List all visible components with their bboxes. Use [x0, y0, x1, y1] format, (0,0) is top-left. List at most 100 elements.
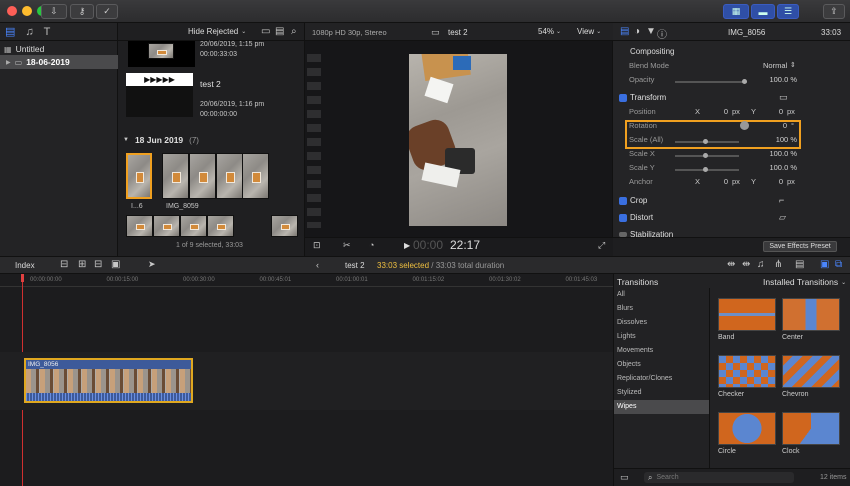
speed-icon[interactable]: ◔: [369, 240, 374, 250]
filmstrip-clip[interactable]: [126, 215, 298, 237]
libraries-icon[interactable]: ▤: [5, 25, 15, 38]
slider-knob[interactable]: [703, 139, 708, 144]
transform-header[interactable]: Transform: [630, 93, 666, 102]
playhead-handle[interactable]: [21, 274, 24, 282]
sidebar-toggle-icon[interactable]: ▭: [620, 472, 629, 483]
minimize-window-button[interactable]: [22, 6, 32, 16]
snapping-icon[interactable]: ⋔: [774, 259, 782, 270]
opacity-slider[interactable]: [675, 79, 747, 84]
onscreen-controls-icon[interactable]: ▭: [779, 92, 788, 103]
category-item[interactable]: Blurs: [614, 302, 709, 316]
position-x-value[interactable]: 0: [713, 107, 728, 116]
transition-thumbnail[interactable]: [718, 355, 776, 388]
library-item[interactable]: ▦ Untitled: [4, 43, 44, 55]
distort-header[interactable]: Distort: [630, 213, 653, 222]
keywords-button[interactable]: ⚷: [70, 4, 94, 19]
transition-thumbnail[interactable]: [782, 298, 840, 331]
filmstrip-icon[interactable]: ▤: [275, 26, 284, 37]
position-y-value[interactable]: 0: [769, 107, 783, 116]
transition-thumbnail[interactable]: [718, 412, 776, 445]
scale-all-slider[interactable]: [675, 139, 739, 144]
category-item[interactable]: Wipes: [614, 400, 709, 414]
transform-tools-icon[interactable]: ⊡: [313, 240, 321, 251]
search-field[interactable]: ⌕ Search: [644, 472, 794, 483]
stabilization-header[interactable]: Stabilization: [630, 230, 673, 237]
transition-thumbnail[interactable]: [782, 355, 840, 388]
clip-appearance-icon[interactable]: ▤: [795, 259, 804, 270]
scale-x-value[interactable]: 100.0 %: [753, 149, 797, 158]
scale-all-value[interactable]: 100 %: [753, 135, 797, 144]
opacity-value[interactable]: 100.0 %: [753, 75, 797, 84]
insert-clip-icon[interactable]: ⊞: [78, 259, 86, 270]
slider-knob[interactable]: [703, 153, 708, 158]
import-button[interactable]: ⇩: [41, 4, 67, 19]
search-icon[interactable]: ⌕: [291, 26, 297, 37]
effects-browser-icon[interactable]: ▣: [820, 259, 829, 270]
slider-knob[interactable]: [703, 167, 708, 172]
share-button[interactable]: ⇪: [823, 4, 845, 19]
slider-knob[interactable]: [742, 79, 747, 84]
category-item[interactable]: Stylized: [614, 386, 709, 400]
filter-popup[interactable]: Hide Rejected ⌄: [188, 27, 246, 36]
blend-mode-value[interactable]: Normal: [763, 61, 787, 70]
category-item[interactable]: Dissolves: [614, 316, 709, 330]
clip-thumbnail-selected[interactable]: [126, 153, 152, 199]
info-inspector-icon[interactable]: ⓘ: [657, 26, 667, 41]
category-item[interactable]: Replicator/Clones: [614, 372, 709, 386]
timeline-clip[interactable]: IMG_8056: [24, 358, 193, 403]
scale-y-slider[interactable]: [675, 167, 739, 172]
save-effects-preset-button[interactable]: Save Effects Preset: [763, 241, 837, 252]
overwrite-clip-icon[interactable]: ▣: [111, 259, 120, 270]
event-item[interactable]: ▶ ▭ 18-06-2019: [0, 55, 118, 69]
category-item[interactable]: Objects: [614, 358, 709, 372]
anchor-x-value[interactable]: 0: [713, 177, 728, 186]
opacity-row[interactable]: Opacity 100.0 %: [613, 75, 850, 89]
transition-thumbnail[interactable]: [718, 298, 776, 331]
transition-thumbnail[interactable]: [782, 412, 840, 445]
titles-generators-icon[interactable]: T: [44, 26, 51, 38]
clip-thumbnail[interactable]: [128, 41, 195, 67]
distort-checkbox[interactable]: [619, 214, 627, 222]
category-item[interactable]: Lights: [614, 330, 709, 344]
anchor-y-value[interactable]: 0: [769, 177, 783, 186]
skimming-icon[interactable]: ⇹: [727, 259, 735, 270]
transform-checkbox[interactable]: [619, 94, 627, 102]
blend-mode-row[interactable]: Blend Mode Normal ⇕: [613, 61, 850, 75]
headphones-icon[interactable]: ♫: [757, 259, 765, 270]
back-arrow-icon[interactable]: ‹: [316, 260, 319, 270]
scale-y-value[interactable]: 100.0 %: [753, 163, 797, 172]
enhancements-icon[interactable]: ✂: [343, 240, 351, 251]
photos-audio-icon[interactable]: ♫: [25, 26, 33, 38]
select-tool-icon[interactable]: ➤: [148, 259, 156, 270]
rotation-dial-icon[interactable]: [740, 121, 749, 130]
index-button[interactable]: Index: [15, 261, 35, 270]
connect-clip-icon[interactable]: ⊟: [60, 259, 68, 270]
scale-x-slider[interactable]: [675, 153, 739, 158]
audio-inspector-icon[interactable]: ▼: [646, 26, 656, 37]
crop-header[interactable]: Crop: [630, 196, 647, 205]
fullscreen-icon[interactable]: ⤢: [598, 240, 605, 251]
category-item[interactable]: All: [614, 288, 709, 302]
audio-skimming-icon[interactable]: ⇹: [742, 259, 750, 270]
show-inspector-button[interactable]: ☰: [777, 4, 799, 19]
show-browser-button[interactable]: ▦: [723, 4, 749, 19]
clip-appearance-icon[interactable]: ▭: [261, 26, 270, 37]
rotation-value[interactable]: 0: [773, 121, 787, 130]
filmstrip-clip[interactable]: [162, 153, 269, 199]
show-timeline-button[interactable]: ▬: [751, 4, 775, 19]
crop-checkbox[interactable]: [619, 197, 627, 205]
transitions-browser-icon[interactable]: ⧉: [835, 259, 842, 270]
installed-transitions-popup[interactable]: Installed Transitions ⌄: [763, 277, 846, 287]
category-item[interactable]: Movements: [614, 344, 709, 358]
color-inspector-icon[interactable]: ◑: [634, 26, 640, 37]
play-button[interactable]: ▶: [404, 241, 410, 250]
video-inspector-icon[interactable]: ▤: [620, 26, 629, 37]
zoom-popup[interactable]: 54% ⌄: [538, 27, 561, 36]
background-tasks-button[interactable]: ✓: [96, 4, 118, 19]
distort-icon[interactable]: ▱: [779, 212, 786, 223]
crop-icon[interactable]: ⌐: [779, 195, 784, 205]
compositing-header[interactable]: Compositing: [630, 47, 674, 56]
compound-clip-thumbnail[interactable]: ▶▶▶▶▶: [126, 73, 193, 117]
event-group-header[interactable]: ▼ 18 Jun 2019 (7): [123, 135, 199, 145]
view-popup[interactable]: View ⌄: [577, 27, 601, 36]
